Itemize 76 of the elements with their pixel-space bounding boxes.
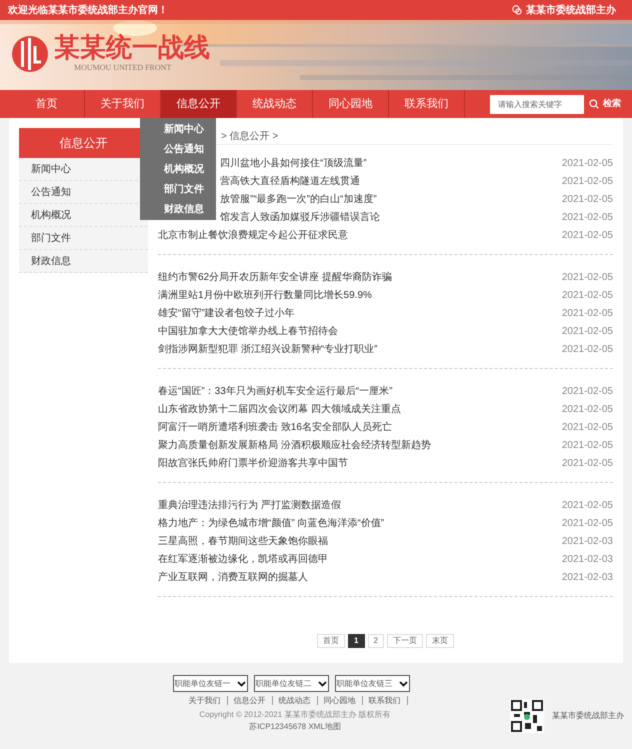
logo-icon <box>10 34 50 74</box>
host-text: 某某市委统战部主办 <box>526 3 616 18</box>
news-date: 2021-02-05 <box>562 324 613 338</box>
footer-link[interactable]: 关于我们 <box>182 696 228 705</box>
news-title[interactable]: 满洲里站1月份中欧班列开行数量同比增长59.9% <box>158 288 372 302</box>
news-title[interactable]: 阳故宫张氏帅府门票半价迎游客共享中国节 <box>158 456 348 470</box>
page-button[interactable]: 下一页 <box>386 634 423 648</box>
news-date: 2021-02-05 <box>562 192 613 206</box>
breadcrumb: > 信息公开 > <box>221 130 278 144</box>
news-title[interactable]: 放管服”“最多跑一次”的白山“加速度” <box>220 192 377 206</box>
search-icon <box>589 99 599 109</box>
footer-link[interactable]: 联系我们 <box>362 696 408 705</box>
chevron-down-icon <box>318 680 326 686</box>
news-title[interactable]: 山东省政协第十二届四次会议闭幕 四大领域成关注重点 <box>158 402 401 416</box>
news-title[interactable]: 中国驻加拿大大使馆举办线上春节招待会 <box>158 324 338 338</box>
nav-item[interactable]: 信息公开 <box>161 90 237 118</box>
footer-link[interactable]: 信息公开 <box>228 696 272 705</box>
news-title[interactable]: 聚力高质量创新发展新格局 汾酒积极顺应社会经济转型新趋势 <box>158 438 431 452</box>
copyright-text: Copyright © 2012-2021 某某市委统战部主办 版权所有 <box>199 709 391 721</box>
footer-host-text: 某某市委统战部主办 <box>552 710 624 722</box>
news-title[interactable]: 在红军逐渐被边缘化，凯塔或再回德甲 <box>158 552 328 566</box>
news-title[interactable]: 重典治理违法排污行为 严打监测数据造假 <box>158 498 341 512</box>
news-date: 2021-02-05 <box>562 342 613 356</box>
news-date: 2021-02-05 <box>562 306 613 320</box>
page-button[interactable]: 末页 <box>426 634 454 648</box>
welcome-text: 欢迎光临某某市委统战部主办官网！ <box>8 3 168 18</box>
site-title: 某某统一战线 <box>54 34 210 62</box>
page-button[interactable]: 1 <box>348 634 364 648</box>
link-select[interactable]: 职能单位友链三 <box>334 675 410 692</box>
news-title[interactable]: 北京市制止餐饮浪费规定今起公开征求民意 <box>158 228 348 242</box>
link-select[interactable]: 职能单位友链一 <box>172 675 248 692</box>
news-title[interactable]: 纽约市警62分局开农历新年安全讲座 提醒华裔防诈骗 <box>158 270 392 284</box>
news-date: 2021-02-05 <box>562 174 613 188</box>
news-date: 2021-02-03 <box>562 570 613 584</box>
footer-link[interactable]: 统战动态 <box>272 696 318 705</box>
news-title[interactable]: 格力地产：为绿色城市增“颜值” 向蓝色海洋添“价值” <box>158 516 384 530</box>
news-date: 2021-02-05 <box>562 498 613 512</box>
news-date: 2021-02-05 <box>562 420 613 434</box>
wechat-icon <box>512 5 522 15</box>
search-button[interactable]: 检索 <box>589 97 621 111</box>
sidebar-item[interactable]: 公告通知 <box>19 181 148 204</box>
chevron-down-icon <box>236 680 246 686</box>
news-date: 2021-02-05 <box>562 456 613 470</box>
news-date: 2021-02-05 <box>562 438 613 452</box>
news-date: 2021-02-05 <box>562 384 613 398</box>
chevron-down-icon <box>398 680 408 686</box>
news-date: 2021-02-05 <box>562 516 613 530</box>
site-subtitle: MOUMOU UNITED FRONT <box>73 62 172 74</box>
news-date: 2021-02-05 <box>562 210 613 224</box>
sidebar-item[interactable]: 财政信息 <box>19 250 148 273</box>
search-field[interactable]: 请输入搜索关键字 <box>490 94 584 114</box>
news-title[interactable]: 雄安“留守”建设者包饺子过小年 <box>158 306 295 320</box>
news-title[interactable]: 春运“国匠”：33年只为画好机车安全运行最后“一厘米” <box>158 384 392 398</box>
sidebar-item[interactable]: 新闻中心 <box>19 158 148 181</box>
news-title[interactable]: 四川盆地小县如何接住“顶级流量” <box>220 156 367 170</box>
qr-code-icon <box>510 698 544 732</box>
news-title[interactable]: 三星高照，春节期间这些天象饱你眼福 <box>158 534 328 548</box>
sidebar-item[interactable]: 机构概况 <box>19 204 148 227</box>
footer-link[interactable]: 同心园地 <box>318 696 362 705</box>
news-date: 2021-02-05 <box>562 228 613 242</box>
news-title[interactable]: 营高铁大直径盾构隧道左线贯通 <box>220 174 360 188</box>
sidebar-item[interactable]: 部门文件 <box>19 227 148 250</box>
news-title[interactable]: 剑指涉网新型犯罪 浙江绍兴设新警种“专业打职业” <box>158 342 378 356</box>
news-date: 2021-02-03 <box>562 534 613 548</box>
news-title[interactable]: 馆发言人致函加媒驳斥涉疆错误言论 <box>220 210 380 224</box>
news-date: 2021-02-05 <box>562 270 613 284</box>
page-button[interactable]: 首页 <box>317 634 346 648</box>
news-title[interactable]: 产业互联网，消费互联网的掘墓人 <box>158 570 308 584</box>
news-date: 2021-02-05 <box>562 402 613 416</box>
news-title[interactable]: 阿富汗一哨所遭塔利班袭击 致16名安全部队人员死亡 <box>158 420 392 434</box>
page-button[interactable]: 2 <box>368 634 384 648</box>
link-select[interactable]: 职能单位友链二 <box>254 675 328 692</box>
icp-text: 苏ICP12345678 XML地图 <box>249 721 341 733</box>
news-date: 2021-02-03 <box>562 552 613 566</box>
news-date: 2021-02-05 <box>562 288 613 302</box>
news-date: 2021-02-05 <box>562 156 613 170</box>
